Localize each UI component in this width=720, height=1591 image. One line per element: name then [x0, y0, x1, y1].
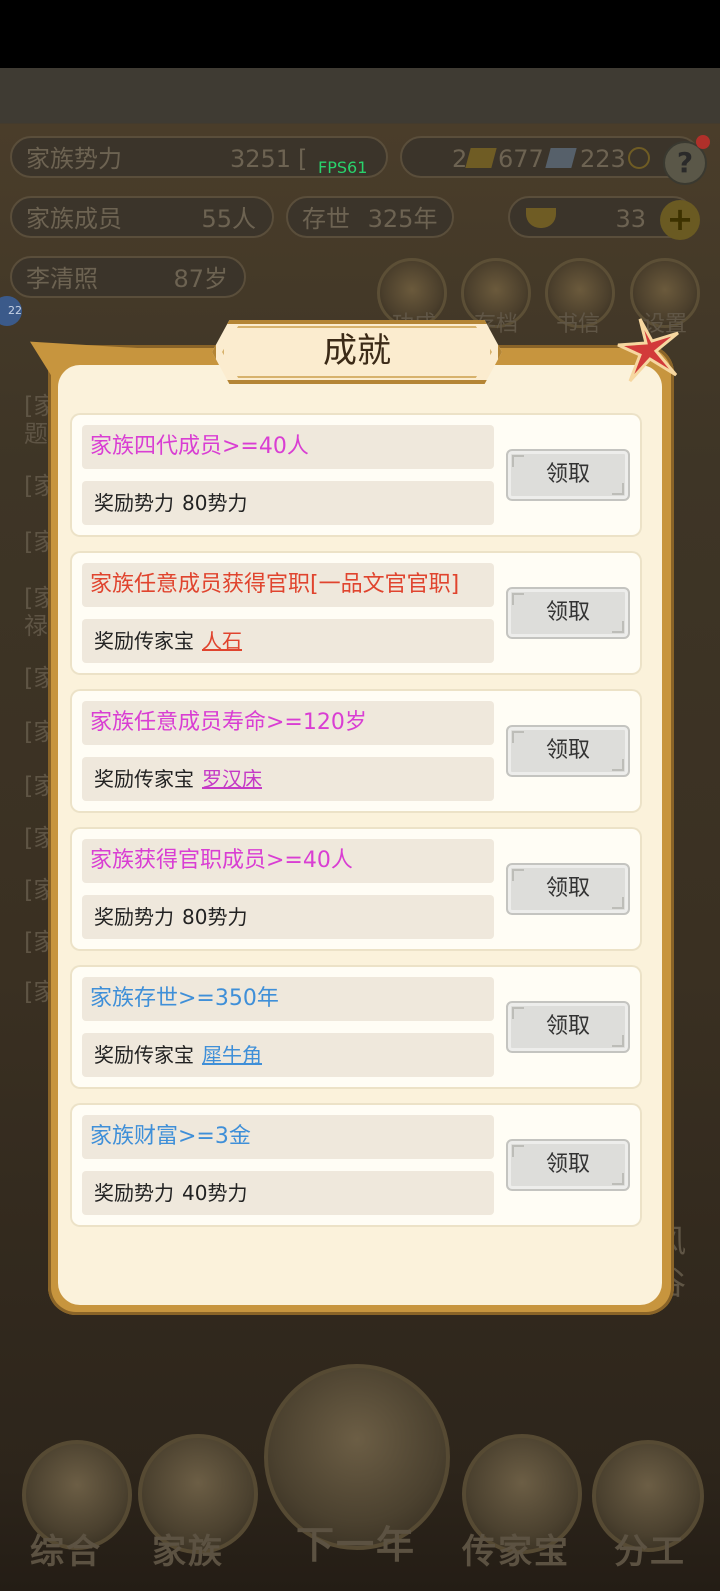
reward-prefix: 奖励势力	[94, 491, 174, 515]
nav-division-label: 分工	[614, 1532, 686, 1572]
family-members-value: 55人	[201, 205, 256, 233]
modal-title: 成就	[323, 331, 391, 371]
person-pill: 李清照 87岁	[10, 256, 246, 298]
reward-amount: 40势力	[182, 1181, 248, 1205]
exist-years-pill: 存世 325年	[286, 196, 454, 238]
coin-icon	[628, 147, 650, 169]
exist-years-label: 存世	[302, 205, 350, 233]
currency-3-value: 223	[580, 145, 626, 173]
ingot-icon	[526, 208, 556, 228]
nav-general-label: 综合	[30, 1532, 102, 1572]
reward-prefix: 奖励势力	[94, 905, 174, 929]
exist-years-value: 325年	[367, 205, 438, 233]
family-power-label: 家族势力	[26, 145, 122, 173]
reward-item-link[interactable]: 人石	[202, 629, 242, 653]
achievement-card: 家族存世>=350年 奖励传家宝 犀牛角 领取	[70, 965, 642, 1089]
currency-2-value: 677	[498, 145, 544, 173]
currency-1-value: 2	[452, 145, 468, 173]
achievement-reward: 奖励势力 80势力	[82, 481, 494, 525]
close-icon	[617, 318, 679, 383]
achievement-reward: 奖励势力 80势力	[82, 895, 494, 939]
achievement-condition: 家族四代成员>=40人	[82, 425, 494, 469]
ingot-value: 33	[615, 205, 646, 233]
achievement-reward: 奖励势力 40势力	[82, 1171, 494, 1215]
achievement-card: 家族任意成员寿命>=120岁 奖励传家宝 罗汉床 领取	[70, 689, 642, 813]
claim-button[interactable]: 领取	[506, 863, 630, 915]
achievement-reward: 奖励传家宝 犀牛角	[82, 1033, 494, 1077]
person-age: 87岁	[173, 265, 228, 293]
reward-prefix: 奖励传家宝	[94, 767, 194, 791]
family-members-pill: 家族成员 55人	[10, 196, 274, 238]
top-bar	[0, 68, 720, 123]
reward-item-link[interactable]: 罗汉床	[202, 767, 262, 791]
claim-button[interactable]: 领取	[506, 1139, 630, 1191]
achievement-condition: 家族存世>=350年	[82, 977, 494, 1021]
add-ingot-button[interactable]: +	[660, 200, 700, 240]
log-line: 题	[24, 420, 48, 448]
reward-prefix: 奖励传家宝	[94, 629, 194, 653]
achievement-condition: 家族财富>=3金	[82, 1115, 494, 1159]
gold-bar-icon	[465, 148, 497, 168]
achievement-reward: 奖励传家宝 人石	[82, 619, 494, 663]
status-bar	[0, 0, 720, 68]
nav-next-year-label: 下一年	[296, 1523, 417, 1567]
family-members-label: 家族成员	[26, 205, 122, 233]
claim-button[interactable]: 领取	[506, 1001, 630, 1053]
achievement-card: 家族获得官职成员>=40人奖励势力 80势力 领取	[70, 827, 642, 951]
silver-bar-icon	[545, 148, 577, 168]
family-power-value: 3251	[230, 145, 292, 173]
achievement-condition: 家族获得官职成员>=40人	[82, 839, 494, 883]
achievement-card: 家族四代成员>=40人奖励势力 80势力 领取	[70, 413, 642, 537]
log-line: 禄	[24, 612, 48, 640]
currency-pill: 2 677 223	[400, 136, 700, 178]
achievement-card: 家族财富>=3金奖励势力 40势力 领取	[70, 1103, 642, 1227]
reward-prefix: 奖励传家宝	[94, 1043, 194, 1067]
family-power-bracket: [	[298, 145, 308, 173]
reward-amount: 80势力	[182, 491, 248, 515]
fps-counter: FPS61	[318, 158, 368, 177]
achievement-card: 家族任意成员获得官职[一品文官官职] 奖励传家宝 人石 领取	[70, 551, 642, 675]
achievement-condition: 家族任意成员获得官职[一品文官官职]	[82, 563, 494, 607]
claim-button[interactable]: 领取	[506, 587, 630, 639]
side-badge[interactable]: 22	[0, 296, 22, 326]
reward-prefix: 奖励势力	[94, 1181, 174, 1205]
letters-menu-label: 书信	[556, 312, 601, 337]
nav-family-label: 家族	[152, 1532, 224, 1572]
person-name: 李清照	[26, 265, 98, 293]
close-button[interactable]	[612, 315, 684, 387]
achievement-reward: 奖励传家宝 罗汉床	[82, 757, 494, 801]
nav-heirloom-label: 传家宝	[462, 1532, 570, 1572]
reward-amount: 80势力	[182, 905, 248, 929]
claim-button[interactable]: 领取	[506, 725, 630, 777]
claim-button[interactable]: 领取	[506, 449, 630, 501]
achievement-condition: 家族任意成员寿命>=120岁	[82, 701, 494, 745]
notification-dot	[696, 135, 710, 149]
reward-item-link[interactable]: 犀牛角	[202, 1043, 262, 1067]
